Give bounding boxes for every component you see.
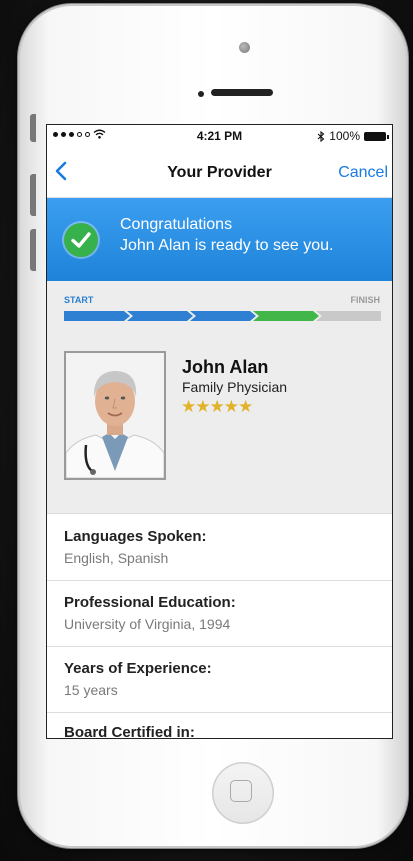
check-circle-icon bbox=[64, 223, 98, 257]
provider-photo bbox=[64, 351, 166, 480]
progress-finish-label: FINISH bbox=[350, 295, 380, 305]
provider-specialty: Family Physician bbox=[182, 379, 288, 395]
mute-switch bbox=[30, 114, 36, 142]
provider-details-list: Languages Spoken: English, Spanish Profe… bbox=[47, 513, 392, 739]
volume-up-button bbox=[30, 174, 36, 216]
volume-down-button bbox=[30, 229, 36, 271]
banner-title: Congratulations bbox=[120, 216, 233, 233]
progress-start-label: START bbox=[64, 295, 94, 305]
home-square-icon bbox=[230, 780, 252, 802]
progress-segment-done bbox=[190, 311, 256, 321]
provider-name: John Alan bbox=[182, 357, 269, 377]
list-item: Languages Spoken: English, Spanish bbox=[47, 514, 392, 581]
front-camera bbox=[239, 42, 250, 53]
battery-percent: 100% bbox=[329, 129, 360, 143]
detail-label: Professional Education: bbox=[64, 594, 236, 611]
list-item: Professional Education: University of Vi… bbox=[47, 580, 392, 647]
bluetooth-icon bbox=[317, 130, 325, 142]
battery-icon bbox=[364, 131, 389, 141]
provider-profile: John Alan Family Physician ★★★★★ bbox=[47, 321, 392, 513]
list-item: Board Certified in: bbox=[47, 712, 392, 739]
detail-value: University of Virginia, 1994 bbox=[64, 616, 231, 632]
home-button[interactable] bbox=[212, 762, 274, 824]
progress-bar bbox=[64, 311, 381, 321]
detail-value: English, Spanish bbox=[64, 550, 169, 566]
list-item: Years of Experience: 15 years bbox=[47, 646, 392, 713]
detail-label: Languages Spoken: bbox=[64, 528, 207, 545]
progress-segment-current bbox=[253, 311, 319, 321]
doctor-portrait-image bbox=[66, 353, 164, 478]
earpiece-speaker bbox=[211, 89, 273, 96]
progress-segment-done bbox=[127, 311, 193, 321]
status-bar: 4:21 PM 100% bbox=[47, 125, 392, 147]
progress-segment-pending bbox=[316, 311, 381, 321]
progress-tracker: START FINISH bbox=[47, 281, 392, 321]
detail-label: Board Certified in: bbox=[64, 724, 195, 739]
banner-subtitle: John Alan is ready to see you. bbox=[120, 237, 334, 254]
detail-label: Years of Experience: bbox=[64, 660, 212, 677]
detail-value: 15 years bbox=[64, 682, 118, 698]
proximity-sensor bbox=[198, 91, 204, 97]
navigation-bar: Your Provider Cancel bbox=[47, 147, 392, 198]
cancel-button[interactable]: Cancel bbox=[338, 164, 388, 182]
screen: 4:21 PM 100% Your Provider Cancel Congra… bbox=[46, 124, 393, 739]
rating-stars: ★★★★★ bbox=[181, 397, 253, 416]
progress-segment-done bbox=[64, 311, 130, 321]
confirmation-banner: Congratulations John Alan is ready to se… bbox=[47, 198, 392, 281]
battery-status: 100% bbox=[317, 129, 389, 143]
